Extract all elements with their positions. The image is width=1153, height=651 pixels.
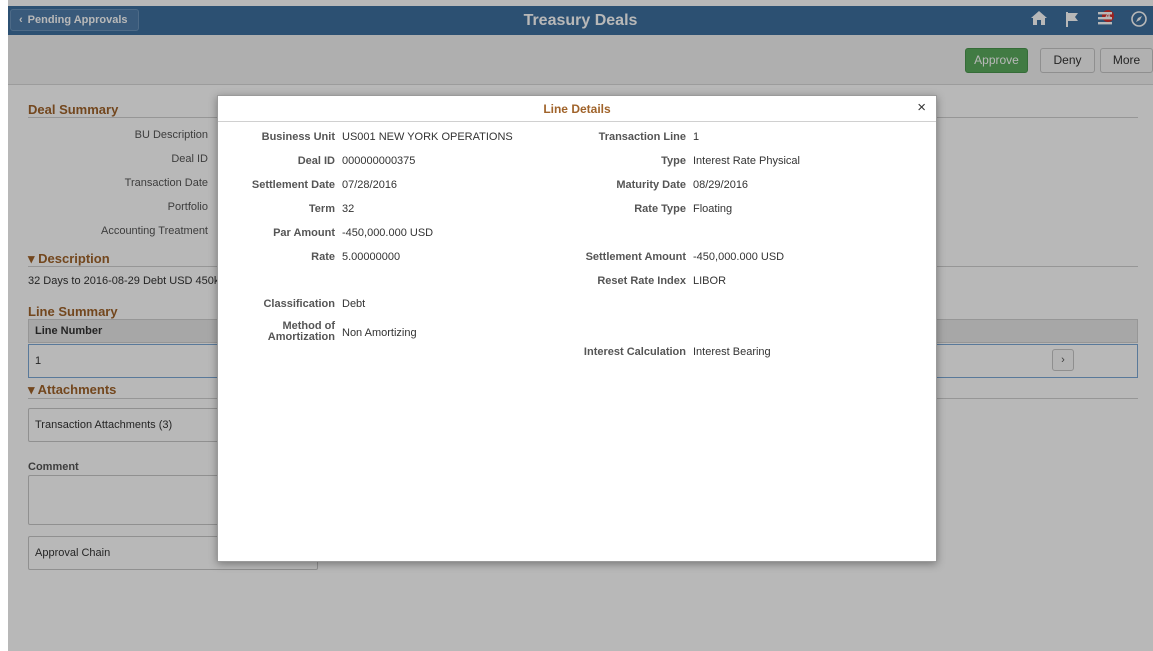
type-value: Interest Rate Physical: [693, 155, 800, 167]
line-details-modal: Line Details × Business Unit US001 NEW Y…: [217, 95, 937, 562]
rate-value: 5.00000000: [342, 251, 401, 263]
term-label: Term: [308, 203, 335, 215]
business-unit-label: Business Unit: [261, 131, 335, 143]
rate-type-value: Floating: [693, 203, 733, 215]
deal-id-label: Deal ID: [297, 155, 335, 167]
modal-title: Line Details: [543, 102, 611, 116]
term-value: 32: [342, 203, 355, 215]
method-of-amortization-value: Non Amortizing: [342, 327, 417, 339]
reset-rate-index-label: Reset Rate Index: [597, 275, 686, 287]
business-unit-value: US001 NEW YORK OPERATIONS: [342, 131, 513, 143]
reset-rate-index-value: LIBOR: [693, 275, 727, 287]
interest-calculation-label: Interest Calculation: [583, 346, 686, 358]
settlement-date-label: Settlement Date: [251, 179, 335, 191]
transaction-line-value: 1: [693, 131, 700, 143]
classification-value: Debt: [342, 298, 366, 310]
settlement-amount-value: -450,000.000 USD: [693, 251, 785, 263]
rate-label: Rate: [311, 251, 335, 263]
method-of-amortization-label: Method of Amortization: [218, 321, 335, 343]
transaction-line-label: Transaction Line: [598, 131, 686, 143]
close-icon[interactable]: ×: [917, 100, 926, 116]
rate-type-label: Rate Type: [634, 203, 686, 215]
maturity-date-value: 08/29/2016: [693, 179, 749, 191]
par-amount-label: Par Amount: [273, 227, 335, 239]
deal-id-value: 000000000375: [342, 155, 416, 167]
maturity-date-label: Maturity Date: [616, 179, 686, 191]
type-label: Type: [661, 155, 686, 167]
par-amount-value: -450,000.000 USD: [342, 227, 434, 239]
settlement-amount-label: Settlement Amount: [585, 251, 686, 263]
method-of-amortization-label-line2: Amortization: [267, 331, 335, 343]
modal-header: Line Details ×: [218, 96, 936, 122]
classification-label: Classification: [263, 298, 335, 310]
app-frame: ‹ Pending Approvals Treasury Deals 4 Appr…: [0, 0, 1153, 651]
interest-calculation-value: Interest Bearing: [693, 346, 771, 358]
settlement-date-value: 07/28/2016: [342, 179, 398, 191]
